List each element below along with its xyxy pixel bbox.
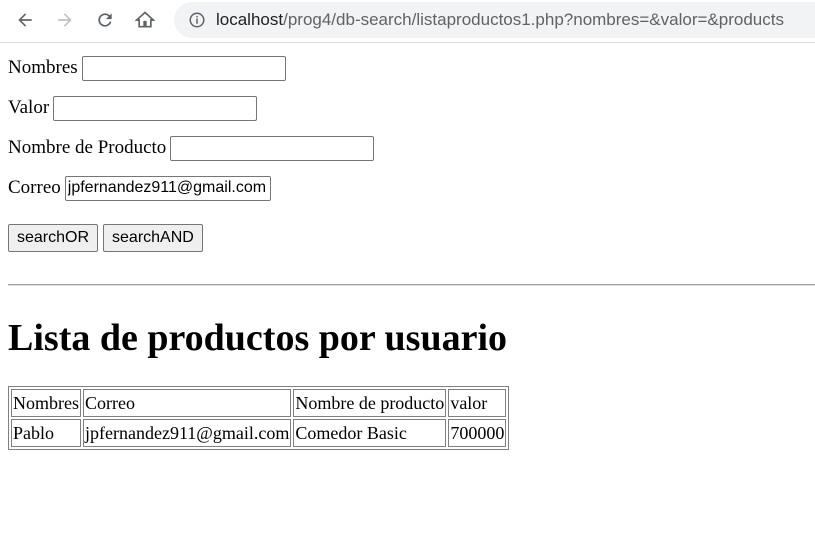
search-buttons: searchOR searchAND (8, 224, 807, 252)
valor-input[interactable] (53, 95, 258, 121)
header-valor: valor (448, 389, 507, 417)
products-table: Nombres Correo Nombre de producto valor … (8, 386, 510, 450)
info-icon[interactable] (188, 11, 206, 29)
correo-label: Correo (8, 177, 61, 198)
search-and-button[interactable]: searchAND (103, 224, 203, 252)
nombres-row: Nombres (8, 54, 807, 82)
divider (8, 284, 815, 286)
producto-row: Nombre de Producto (8, 134, 807, 162)
valor-row: Valor (8, 94, 807, 122)
producto-label: Nombre de Producto (8, 137, 167, 158)
home-icon[interactable] (130, 5, 160, 35)
forward-arrow-icon[interactable] (50, 5, 80, 35)
table-row: Pablo jpfernandez911@gmail.com Comedor B… (11, 419, 507, 447)
correo-input[interactable] (64, 175, 271, 201)
cell-valor: 700000 (448, 419, 507, 447)
browser-toolbar: localhost/prog4/db-search/listaproductos… (0, 0, 815, 43)
back-arrow-icon[interactable] (10, 5, 40, 35)
producto-input[interactable] (170, 135, 375, 161)
correo-row: Correo (8, 174, 807, 202)
header-producto: Nombre de producto (293, 389, 447, 417)
cell-nombres: Pablo (11, 419, 81, 447)
valor-label: Valor (8, 97, 50, 118)
cell-correo: jpfernandez911@gmail.com (83, 419, 292, 447)
search-or-button[interactable]: searchOR (8, 224, 99, 252)
url-host: localhost (216, 10, 284, 29)
cell-producto: Comedor Basic (293, 419, 447, 447)
page-content: Nombres Valor Nombre de Producto Correo … (0, 54, 815, 450)
url-path: /prog4/db-search/listaproductos1.php?nom… (283, 10, 784, 29)
header-nombres: Nombres (11, 389, 81, 417)
header-correo: Correo (83, 389, 292, 417)
reload-icon[interactable] (90, 5, 120, 35)
page-title: Lista de productos por usuario (8, 317, 508, 359)
table-header-row: Nombres Correo Nombre de producto valor (11, 389, 507, 417)
nombres-input[interactable] (81, 55, 286, 81)
nombres-label: Nombres (8, 57, 78, 78)
address-bar[interactable]: localhost/prog4/db-search/listaproductos… (174, 2, 815, 38)
